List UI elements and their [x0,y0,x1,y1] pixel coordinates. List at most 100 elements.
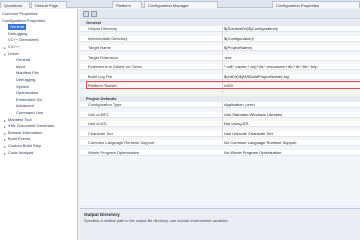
tab-configuration-properties[interactable]: Configuration Properties [272,1,360,8]
expand-icon[interactable]: ▸ [4,137,6,143]
property-row[interactable]: Character Set Use Unicode Character Set [80,130,360,137]
column-divider[interactable] [222,102,223,140]
categorized-icon[interactable] [83,11,89,17]
tab-questions[interactable]: Questions [0,1,30,8]
tree-item[interactable]: General [16,57,30,63]
grid-toolbar [80,9,360,19]
expand-icon[interactable]: ▸ [4,131,6,137]
description-title: Output Directory [84,212,120,217]
tree-item[interactable]: ▸ Build Events [4,136,31,142]
tree-item-label: XML Document Generator [8,123,55,129]
tree-item[interactable]: ▸ XML Document Generator [4,123,55,129]
property-row[interactable]: Intermediate Directory $(Configuration)\ [80,35,360,42]
tree-item[interactable]: Debugging [16,77,35,83]
property-row[interactable]: Configuration Type Application (.exe) [80,102,360,108]
property-name: Use of ATL [88,121,108,126]
tree-item[interactable]: ▾ Linker [4,50,19,57]
property-name: Target Name [88,45,111,50]
property-name: Whole Program Optimization [88,149,140,155]
document-tab-strip: Questions Default Page Platform Configur… [0,0,360,8]
tree-item[interactable]: ▸ Browse Information [4,129,43,136]
property-name: Configuration Type [88,102,122,107]
property-name: Common Language Runtime Support [88,140,155,145]
collapse-icon[interactable]: ▾ [4,52,6,58]
expand-icon[interactable]: ▸ [4,124,6,130]
property-row[interactable]: Use of ATL Not Using ATL [80,121,360,127]
tree-item-label: Common Properties [2,11,38,16]
tree-item-label: Debugging [8,30,28,36]
tree-item-label: Manifest File [16,70,39,76]
tab-platform[interactable]: Platform [112,1,142,8]
property-value[interactable]: $(ProjectName) [224,45,358,51]
tree-item[interactable]: Debugging [8,31,27,37]
tree-item[interactable]: System [16,84,29,90]
tab-default-page[interactable]: Default Page [31,1,67,8]
property-tree[interactable]: ▸Common Properties▾Configuration Propert… [0,9,78,240]
tree-item[interactable]: ▸ Custom Build Step [4,143,42,149]
property-value[interactable]: Use Standard Windows Libraries [224,112,358,118]
tree-item-label: Embedded IDL [16,96,43,102]
tree-item-label: Manifest Tool [8,116,32,122]
tree-item-label: Debugging [16,77,36,82]
tree-item-label: Build Events [8,136,31,142]
property-value[interactable]: Not Using ATL [224,121,358,127]
tree-item-label: Optimization [16,90,39,96]
property-row[interactable]: Target Name $(ProjectName) [80,45,360,51]
property-grid: General Output Directory $(SolutionDir)$(… [80,9,360,205]
highlighted-row-marker [86,81,360,89]
property-value[interactable]: Use Unicode Character Set [224,131,358,137]
tree-item[interactable]: Optimization [16,90,38,96]
tree-item[interactable]: Manifest File [16,70,39,76]
tree-item-label: General [16,57,31,63]
expand-icon[interactable]: ▸ [4,45,6,51]
tree-item-label: General [10,24,25,30]
property-value[interactable]: $(SolutionDir)$(Configuration)\ [224,26,358,32]
tree-item[interactable]: ▸ C/C++ [4,44,20,50]
property-name: Character Set [88,130,113,136]
tree-item[interactable]: ▸ Manifest Tool [4,116,32,123]
property-row[interactable]: Common Language Runtime Support No Common… [80,140,360,146]
tree-item-label: Custom Build Step [8,143,42,148]
property-value[interactable]: $(IntDir)\$(MSBuildProjectName).log [224,74,358,80]
tree-item[interactable]: Input [16,64,25,70]
property-name: Intermediate Directory [88,35,128,41]
property-value[interactable]: $(Configuration)\ [224,36,358,42]
tree-item[interactable]: ▸ Code Analysis [4,149,34,156]
property-value[interactable]: *.cdf;*.cache;*.obj;*.ilk;*.resources;*.… [224,64,358,70]
property-value[interactable]: No Common Language Runtime Support [224,140,358,146]
property-row[interactable]: Output Directory $(SolutionDir)$(Configur… [80,26,360,32]
tree-item[interactable]: VC++ Directories [8,37,38,43]
property-row[interactable]: Use of MFC Use Standard Windows Libraries [80,111,360,118]
tree-item-label: Browse Information [8,129,43,135]
expand-icon[interactable]: ▸ [4,118,6,124]
tree-item[interactable]: Command Line [16,110,43,116]
description-pane: Output Directory Specifies a relative pa… [80,208,360,240]
expand-icon[interactable]: ▸ [4,151,6,157]
property-value[interactable]: .exe [224,55,358,61]
tree-item-label: Command Line [16,110,44,115]
property-name: Extensions to Delete on Clean [88,64,142,69]
tab-configuration-manager[interactable]: Configuration Manager [144,1,218,8]
tree-item-label: System [16,83,30,89]
tree-item[interactable]: ▸Common Properties [2,11,38,17]
description-text: Specifies a relative path to the output … [84,219,229,223]
tree-item[interactable]: Advanced [16,103,34,109]
tree-item-label: Configuration Properties [2,17,46,23]
tree-item[interactable]: General [8,24,27,31]
property-value[interactable]: Application (.exe) [224,102,358,108]
tree-item[interactable]: Embedded IDL [16,97,43,103]
tree-item-label: Code Analysis [8,149,34,155]
tree-item-label: Advanced [16,103,34,109]
property-row[interactable]: Extensions to Delete on Clean *.cdf;*.cac… [80,64,360,70]
alphabetical-icon[interactable] [91,11,97,17]
property-value[interactable]: No Whole Program Optimization [224,150,358,156]
property-name: Target Extension [88,54,118,60]
tree-item-label: Linker [8,50,19,56]
tree-item-label: Input [16,63,25,69]
property-row[interactable]: Target Extension .exe [80,54,360,61]
tree-item-label: VC++ Directories [8,37,39,43]
expand-icon[interactable]: ▸ [4,144,6,150]
property-row[interactable]: Build Log File $(IntDir)\$(MSBuildProject… [80,73,360,80]
tree-item[interactable]: ▾Configuration Properties [2,18,45,24]
property-row[interactable]: Whole Program Optimization No Whole Progr… [80,149,360,156]
